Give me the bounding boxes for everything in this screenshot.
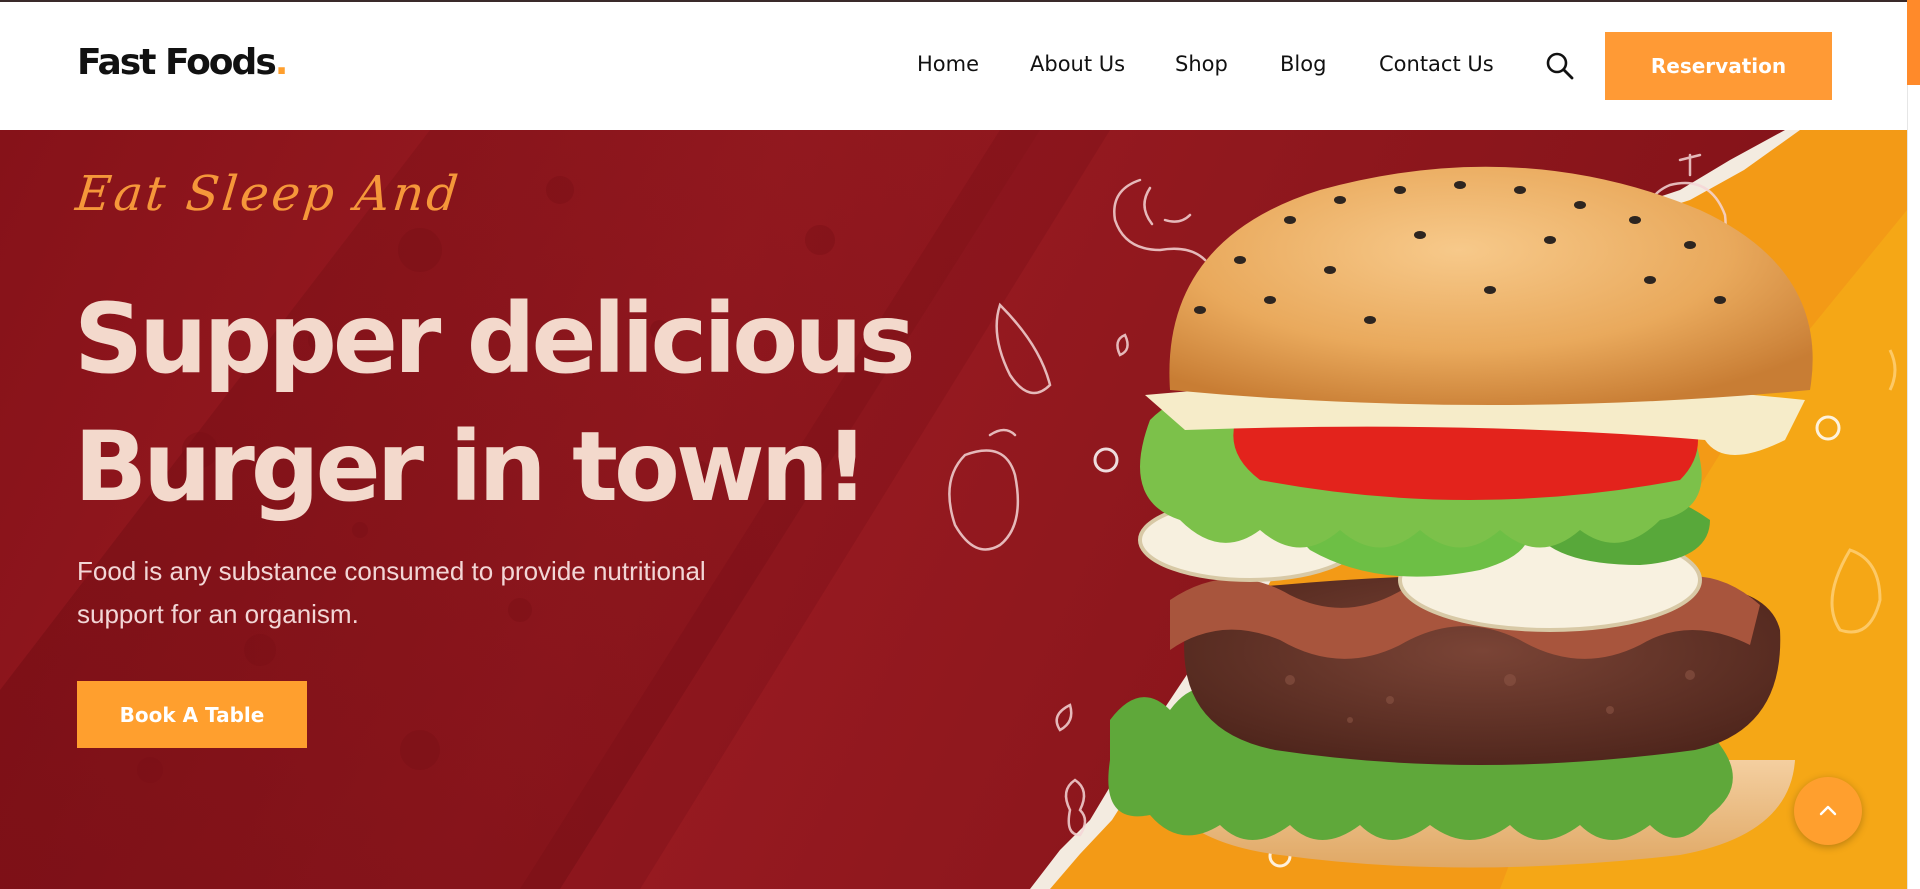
headline-line-1: Supper delicious bbox=[74, 283, 916, 395]
nav-shop[interactable]: Shop bbox=[1175, 52, 1228, 84]
headline-line-2: Burger in town! bbox=[74, 411, 869, 523]
search-icon[interactable] bbox=[1545, 51, 1575, 81]
hero-description: Food is any substance consumed to provid… bbox=[77, 556, 706, 629]
book-a-table-button[interactable]: Book A Table bbox=[77, 681, 307, 748]
reservation-button[interactable]: Reservation bbox=[1605, 32, 1832, 100]
logo-dot: . bbox=[274, 42, 289, 83]
nav-blog[interactable]: Blog bbox=[1280, 52, 1326, 84]
chevron-up-icon bbox=[1819, 805, 1837, 816]
site-header: Fast Foods. Home About Us Shop Blog Cont… bbox=[0, 2, 1907, 130]
burger-image bbox=[1108, 166, 1813, 868]
nav-about-us[interactable]: About Us bbox=[1030, 52, 1125, 84]
nav-home[interactable]: Home bbox=[917, 52, 979, 84]
nav-contact-us[interactable]: Contact Us bbox=[1379, 52, 1494, 84]
logo[interactable]: Fast Foods. bbox=[77, 42, 289, 83]
logo-text: Fast Foods bbox=[77, 42, 277, 83]
hero-section: Eat Sleep And Supper delicious Burger in… bbox=[0, 130, 1907, 889]
hero-tagline: Eat Sleep And bbox=[73, 166, 464, 222]
page-edge-accent bbox=[1907, 0, 1920, 85]
scroll-to-top-button[interactable] bbox=[1794, 777, 1862, 845]
page-edge bbox=[1907, 0, 1920, 889]
hero-headline: Supper delicious Burger in town! bbox=[74, 275, 916, 531]
